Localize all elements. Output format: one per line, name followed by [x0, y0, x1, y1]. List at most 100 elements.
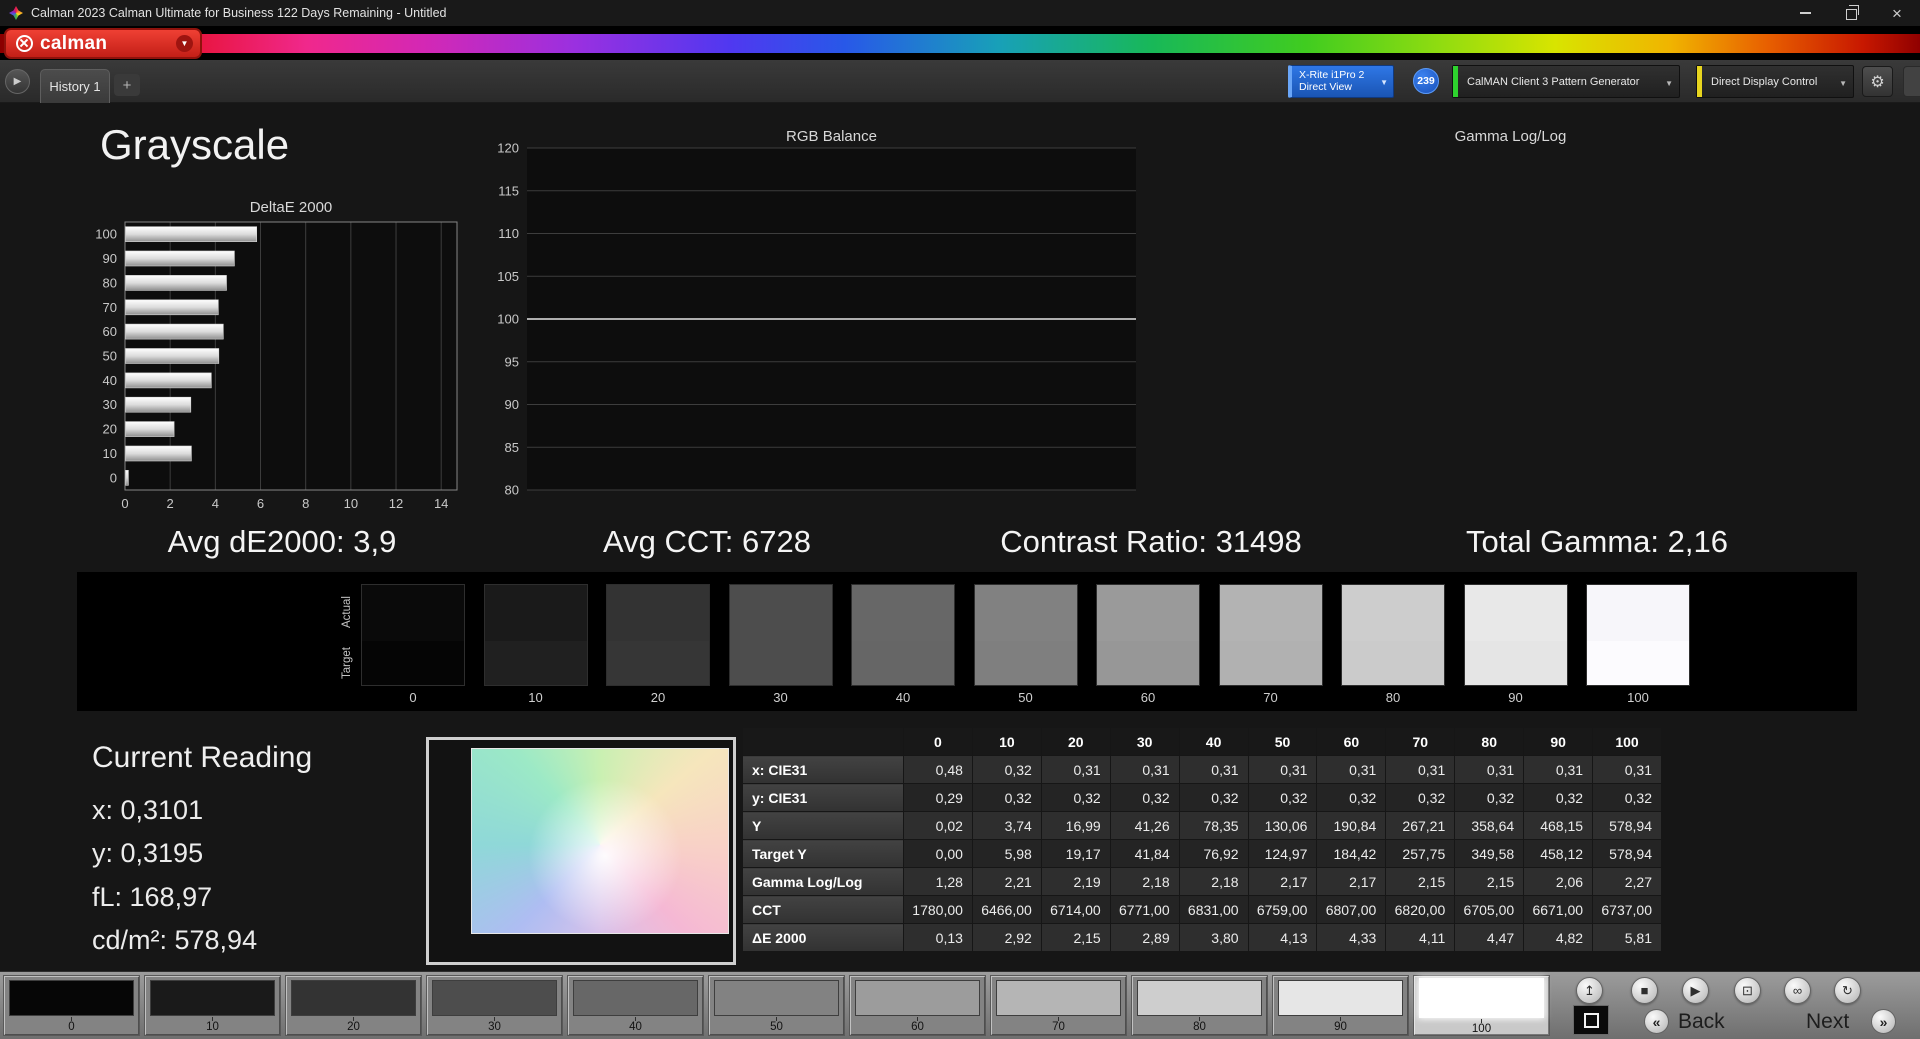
meter-select-button[interactable]: X-Rite i1Pro 2 Direct View ▼ — [1288, 65, 1394, 98]
table-value-cell: 6759,00 — [1247, 895, 1318, 924]
meter-mode: Direct View — [1299, 81, 1352, 93]
svg-text:80: 80 — [505, 483, 519, 498]
deltae-bar-20 — [125, 421, 175, 437]
table-row: Gamma Log/Log 1,28 2,21 2,19 2,18 2,18 2,17 2,1… — [742, 867, 1662, 896]
swatch-target — [484, 641, 587, 685]
link-button[interactable]: ∞ — [1784, 977, 1811, 1004]
svg-text:90: 90 — [103, 251, 117, 266]
pattern-patch-70[interactable]: 70 — [990, 975, 1127, 1036]
minimize-button[interactable] — [1782, 0, 1828, 26]
pattern-patch-10[interactable]: 10 — [144, 975, 281, 1036]
table-value-cell: 0,32 — [1523, 783, 1594, 812]
next-arrow-button[interactable]: » — [1871, 1009, 1896, 1034]
swatch-level-label: 20 — [650, 690, 666, 705]
table-value-cell: 0,31 — [1178, 755, 1249, 784]
calman-menu-button[interactable]: calman ▼ — [4, 28, 202, 59]
patch-label: 70 — [1052, 1021, 1065, 1033]
patch-label: 0 — [68, 1021, 75, 1033]
back-button[interactable]: Back — [1678, 1010, 1725, 1034]
svg-text:90: 90 — [505, 397, 519, 412]
play-button[interactable]: ▶ — [1682, 977, 1709, 1004]
patch-label: 90 — [1334, 1021, 1347, 1033]
pattern-patch-40[interactable]: 40 — [567, 975, 704, 1036]
swatch-actual — [1342, 585, 1444, 641]
pattern-patch-90[interactable]: 90 — [1272, 975, 1409, 1036]
tab-toolbar: ▶ History 1 + X-Rite i1Pro 2 Direct View… — [0, 60, 1920, 103]
gamma-log-chart — [1157, 141, 1841, 516]
workflow-nav-button[interactable]: ▶ — [5, 69, 30, 94]
save-button[interactable]: ⊡ — [1734, 977, 1761, 1004]
current-reading-x: x: 0,3101 — [92, 795, 204, 825]
table-value-cell: 1780,00 — [903, 895, 973, 924]
table-value-cell: 6820,00 — [1385, 895, 1456, 924]
svg-text:95: 95 — [505, 354, 519, 369]
table-value-cell: 2,15 — [1454, 867, 1525, 896]
pattern-window-button[interactable] — [1573, 1005, 1609, 1035]
table-value-cell: 358,64 — [1454, 811, 1525, 840]
pattern-patch-100[interactable]: 100 — [1413, 975, 1550, 1036]
table-header-row: 0 10 20 30 40 50 60 70 80 90 100 — [742, 727, 1662, 756]
pattern-patch-60[interactable]: 60 — [849, 975, 986, 1036]
table-row: y: CIE31 0,29 0,32 0,32 0,32 0,32 0,32 0,32 0,32… — [742, 783, 1662, 812]
back-arrow-button[interactable]: « — [1644, 1009, 1669, 1034]
table-row-label: y: CIE31 — [742, 783, 904, 812]
pattern-generator-button[interactable]: CalMAN Client 3 Pattern Generator ▼ — [1452, 65, 1680, 98]
link-icon: ∞ — [1792, 983, 1803, 998]
svg-text:30: 30 — [103, 397, 117, 412]
stop-icon: ■ — [1640, 983, 1649, 998]
table-value-cell: 0,32 — [1247, 783, 1318, 812]
cie-chart-panel — [426, 737, 736, 965]
swatch-target — [974, 641, 1077, 685]
swatch-level-label: 10 — [528, 690, 543, 705]
table-value-cell: 6807,00 — [1316, 895, 1387, 924]
toolbar-overflow-button[interactable] — [1903, 66, 1920, 97]
grayscale-swatch-100 — [1586, 584, 1690, 686]
table-value-cell: 0,32 — [1040, 783, 1111, 812]
svg-text:40: 40 — [103, 373, 117, 388]
table-value-cell: 6671,00 — [1523, 895, 1594, 924]
table-value-cell: 2,92 — [971, 923, 1042, 952]
pattern-patch-30[interactable]: 30 — [426, 975, 563, 1036]
add-tab-button[interactable]: + — [114, 74, 140, 96]
swatch-target — [1219, 641, 1322, 685]
patch-label: 80 — [1193, 1021, 1206, 1033]
table-value-cell: 5,81 — [1592, 923, 1662, 952]
table-row-label: Target Y — [742, 839, 904, 868]
display-control-label: Direct Display Control — [1711, 75, 1818, 88]
settings-button[interactable]: ⚙ — [1862, 66, 1893, 97]
swatch-target — [607, 641, 709, 685]
pattern-patch-50[interactable]: 50 — [708, 975, 845, 1036]
tab-history-1[interactable]: History 1 — [40, 69, 110, 103]
table-value-cell: 0,32 — [971, 783, 1042, 812]
grayscale-swatch-50 — [973, 584, 1078, 686]
play-icon: ▶ — [1690, 982, 1701, 998]
refresh-button[interactable]: ↻ — [1834, 977, 1861, 1004]
display-control-button[interactable]: Direct Display Control ▼ — [1696, 65, 1854, 98]
swatch-actual — [974, 585, 1077, 641]
svg-text:50: 50 — [103, 349, 117, 364]
deltae-bars-svg: 0 2 4 6 8 10 12 141009080706050403020100 — [95, 221, 458, 511]
patch-label: 20 — [347, 1021, 360, 1033]
close-button[interactable]: × — [1874, 0, 1920, 26]
grayscale-swatch-80 — [1341, 584, 1445, 686]
table-header-cell: 60 — [1316, 727, 1387, 756]
stop-button[interactable]: ■ — [1631, 977, 1658, 1004]
table-value-cell: 16,99 — [1040, 811, 1111, 840]
svg-text:100: 100 — [497, 312, 519, 327]
restore-icon — [1845, 5, 1859, 20]
pattern-patch-20[interactable]: 20 — [285, 975, 422, 1036]
table-corner-cell — [742, 727, 904, 756]
table-value-cell: 0,13 — [903, 923, 973, 952]
next-button[interactable]: Next — [1806, 1010, 1849, 1034]
pattern-patch-80[interactable]: 80 — [1131, 975, 1268, 1036]
svg-text:2: 2 — [167, 496, 174, 511]
target-row-label: Target — [341, 647, 353, 680]
patch-label: 40 — [629, 1021, 642, 1033]
pattern-patch-0[interactable]: 0 — [3, 975, 140, 1036]
table-value-cell: 2,27 — [1592, 867, 1662, 896]
window-title: Calman 2023 Calman Ultimate for Business… — [31, 6, 447, 20]
grayscale-swatch-0 — [361, 584, 465, 686]
restore-button[interactable] — [1828, 0, 1874, 26]
table-value-cell: 0,31 — [1523, 755, 1594, 784]
eject-button[interactable]: ↥ — [1576, 977, 1603, 1004]
